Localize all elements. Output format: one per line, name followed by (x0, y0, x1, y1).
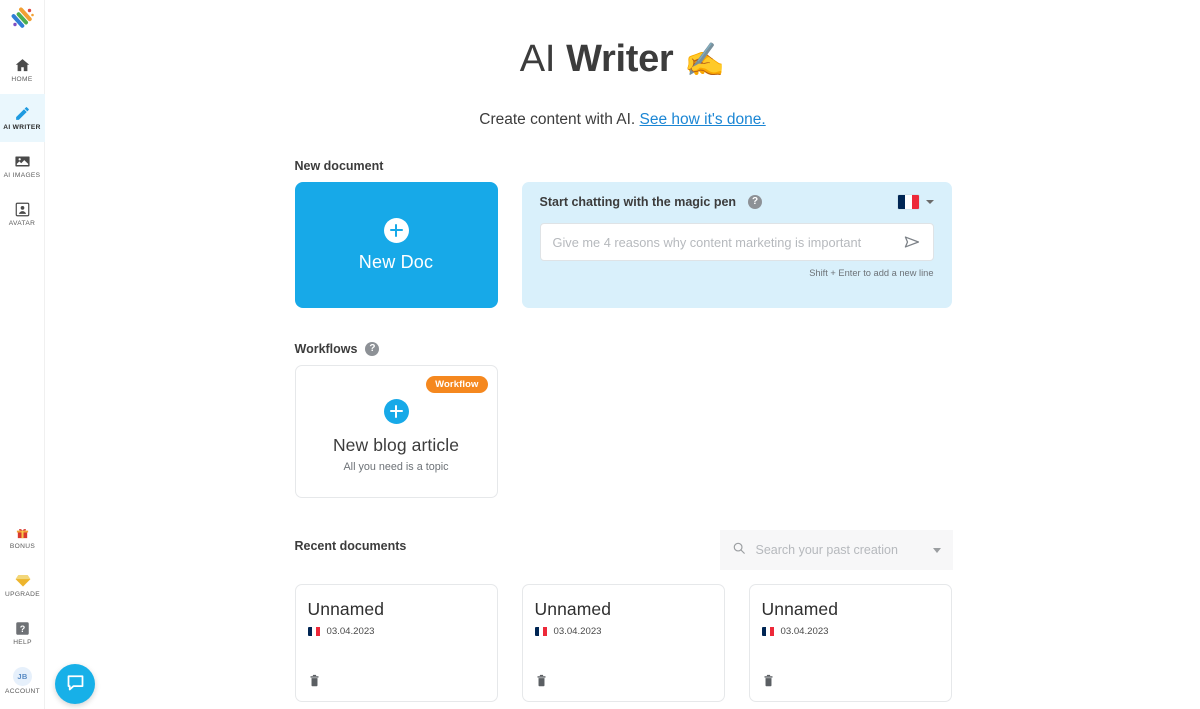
search-box[interactable] (719, 530, 953, 570)
flag-france-icon (897, 195, 919, 209)
magic-pen-panel: Start chatting with the magic pen ? Give… (521, 182, 952, 308)
delete-document-button[interactable] (535, 673, 548, 691)
flag-france-icon (761, 627, 775, 636)
search-icon (732, 541, 746, 560)
sidebar-item-home[interactable]: HOME (0, 46, 45, 94)
new-doc-label: New Doc (358, 251, 434, 272)
workflow-title: New blog article (332, 434, 460, 455)
home-icon (13, 56, 31, 74)
gift-icon (14, 523, 32, 541)
magic-pen-heading: Start chatting with the magic pen (539, 195, 737, 209)
sidebar-item-label: BONUS (9, 543, 36, 551)
document-card[interactable]: Unnamed 03.04.2023 (294, 584, 498, 702)
page-title-light: AI (519, 38, 556, 80)
document-title: Unnamed (534, 599, 612, 619)
pencil-icon (13, 104, 31, 122)
sidebar-item-label: HELP (13, 639, 32, 647)
question-circle-icon[interactable]: ? (365, 342, 380, 356)
document-meta: 03.04.2023 (307, 626, 485, 637)
new-document-heading: New document (295, 159, 953, 173)
document-title: Unnamed (761, 599, 839, 619)
app-root: HOME AI WRITER AI IMAGES AVATAR BONUS UP… (0, 0, 1200, 709)
magic-pen-header: Start chatting with the magic pen ? (540, 195, 934, 209)
writing-hand-icon: ✍️ (684, 41, 726, 78)
delete-document-button[interactable] (762, 673, 775, 691)
sidebar-item-ai-images[interactable]: AI IMAGES (0, 142, 45, 190)
workflows-heading-label: Workflows (294, 342, 358, 356)
sidebar-item-upgrade[interactable]: UPGRADE (0, 561, 45, 609)
page-title: AI Writer ✍️ (45, 38, 1200, 81)
document-meta: 03.04.2023 (761, 626, 939, 637)
user-avatar-icon: JB (13, 666, 32, 686)
new-doc-card[interactable]: New Doc (294, 182, 498, 308)
avatar-icon (13, 200, 31, 218)
document-meta: 03.04.2023 (534, 626, 712, 637)
plus-icon (383, 217, 409, 243)
document-card[interactable]: Unnamed 03.04.2023 (521, 584, 725, 702)
new-document-row: New Doc Start chatting with the magic pe… (294, 182, 953, 308)
sidebar-item-help[interactable]: ? HELP (0, 609, 45, 657)
flag-france-icon (534, 627, 548, 636)
new-document-heading-label: New document (294, 159, 384, 173)
workflow-badge: Workflow (426, 376, 488, 393)
sidebar-item-label: AI IMAGES (3, 172, 41, 180)
magic-pen-hint: Shift + Enter to add a new line (809, 268, 934, 278)
content-column: New document New Doc Start chatting with… (293, 159, 953, 702)
trash-icon (762, 674, 775, 691)
sidebar-item-label: AVATAR (8, 220, 36, 228)
question-circle-icon[interactable]: ? (748, 195, 763, 209)
sidebar-nav-primary: HOME AI WRITER AI IMAGES AVATAR (0, 46, 45, 238)
recent-documents-section: Recent documents Search your past creati… (294, 530, 953, 702)
trash-icon (535, 674, 548, 691)
svg-text:?: ? (20, 624, 25, 634)
send-icon[interactable] (903, 233, 921, 251)
chevron-down-icon[interactable] (932, 547, 941, 553)
workflows-heading: Workflows ? (295, 342, 953, 356)
search-input[interactable] (755, 543, 923, 557)
diamond-icon (14, 571, 32, 589)
document-date: 03.04.2023 (326, 626, 375, 637)
main-content: AI Writer ✍️ Create content with AI. See… (45, 0, 1200, 709)
recent-documents-heading-label: Recent documents (294, 538, 407, 553)
chevron-down-icon (925, 200, 934, 204)
language-selector[interactable] (897, 195, 934, 209)
page-title-bold: Writer (566, 38, 674, 80)
see-how-its-done-link[interactable]: See how it's done. (640, 111, 766, 128)
plus-icon (383, 398, 409, 424)
subtitle-text: Create content with AI. (479, 111, 636, 128)
page-subtitle: Create content with AI. See how it's don… (45, 111, 1200, 129)
document-date: 03.04.2023 (553, 626, 602, 637)
new-document-section: New document New Doc Start chatting with… (294, 159, 953, 308)
magic-pen-input[interactable] (552, 234, 903, 250)
recent-documents-heading: Recent documents (295, 539, 407, 553)
image-icon (13, 152, 31, 170)
document-date: 03.04.2023 (780, 626, 829, 637)
delete-document-button[interactable] (308, 673, 321, 691)
app-logo[interactable] (8, 4, 36, 32)
sidebar-nav-secondary: BONUS UPGRADE ? HELP JB ACCOUNT (0, 513, 45, 709)
magic-pen-input-wrapper[interactable] (539, 223, 934, 261)
document-card[interactable]: Unnamed 03.04.2023 (748, 584, 952, 702)
document-title: Unnamed (307, 599, 385, 619)
workflow-card[interactable]: Workflow New blog article All you need i… (294, 365, 498, 498)
flag-france-icon (307, 627, 321, 636)
sidebar-item-bonus[interactable]: BONUS (0, 513, 45, 561)
sidebar-item-label: UPGRADE (4, 591, 41, 599)
workflows-section: Workflows ? Workflow New blog article Al… (294, 342, 953, 498)
sidebar-item-label: HOME (11, 76, 33, 84)
recent-documents-list: Unnamed 03.04.2023 Unnamed 03.04.2023 Un… (294, 584, 953, 702)
sidebar: HOME AI WRITER AI IMAGES AVATAR BONUS UP… (0, 0, 95, 709)
sidebar-item-avatar[interactable]: AVATAR (0, 190, 45, 238)
sidebar-item-label: AI WRITER (3, 124, 41, 132)
trash-icon (308, 674, 321, 691)
sidebar-item-ai-writer[interactable]: AI WRITER (0, 94, 45, 142)
recent-documents-header: Recent documents (295, 530, 953, 570)
question-box-icon: ? (14, 619, 32, 637)
sidebar-item-label: ACCOUNT (4, 687, 41, 695)
workflow-subtitle: All you need is a topic (343, 460, 449, 473)
sidebar-item-account[interactable]: JB ACCOUNT (0, 657, 45, 705)
